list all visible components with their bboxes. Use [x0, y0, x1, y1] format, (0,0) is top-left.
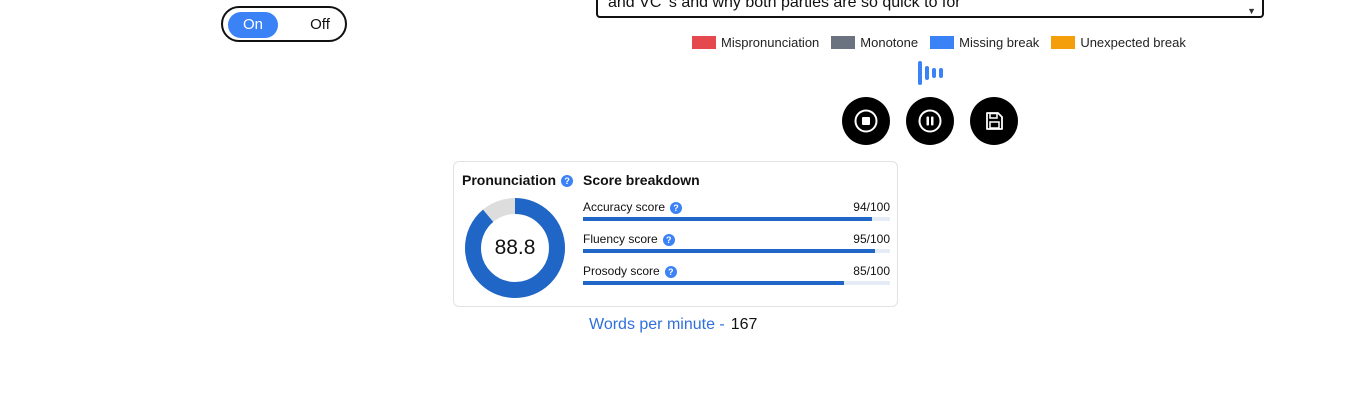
accuracy-score-label: Accuracy score?	[583, 200, 683, 214]
legend-item-missing-break: Missing break	[930, 35, 1039, 50]
help-icon[interactable]: ?	[561, 175, 574, 188]
legend-swatch	[831, 36, 856, 49]
audio-wave-icon	[918, 61, 943, 85]
fluency-score-bar-fill	[583, 249, 875, 253]
fluency-score-value: 95/100	[853, 232, 890, 246]
reference-text-input[interactable]: and VC 's and why both parties are so qu…	[596, 0, 1264, 18]
prosody-score-bar-fill	[583, 281, 844, 285]
legend-swatch	[1051, 36, 1076, 49]
pause-button[interactable]	[906, 97, 954, 145]
legend-swatch	[930, 36, 955, 49]
prosody-score-bar	[583, 281, 890, 285]
accuracy-score-label-text: Accuracy score	[583, 200, 666, 214]
pronunciation-title: Pronunciation?	[462, 172, 574, 188]
accuracy-score-value: 94/100	[853, 200, 890, 214]
accuracy-score-bar	[583, 217, 890, 221]
help-icon[interactable]: ?	[664, 265, 677, 278]
fluency-score-label-text: Fluency score	[583, 232, 658, 246]
pronunciation-toggle[interactable]: On Off	[221, 6, 347, 42]
prosody-score-label-text: Prosody score	[583, 264, 660, 278]
stop-icon	[854, 109, 878, 133]
pronunciation-title-text: Pronunciation	[462, 172, 557, 188]
score-card: Pronunciation? 88.8 Score breakdown Accu…	[453, 161, 898, 307]
wpm-value: 167	[730, 316, 758, 333]
toggle-off-option[interactable]: Off	[295, 12, 345, 38]
legend-label: Unexpected break	[1080, 35, 1186, 50]
accuracy-score-bar-fill	[583, 217, 872, 221]
legend-swatch	[692, 36, 716, 49]
prosody-score-label: Prosody score?	[583, 264, 677, 278]
legend-label: Monotone	[860, 35, 919, 50]
fluency-score-label: Fluency score?	[583, 232, 675, 246]
legend-item-unexpected-break: Unexpected break	[1051, 35, 1186, 50]
legend-item-mispronunciation: Mispronunciation	[692, 35, 819, 50]
accuracy-score-row: Accuracy score? 94/100	[583, 200, 890, 230]
save-icon	[986, 112, 1003, 130]
help-icon[interactable]: ?	[662, 233, 675, 246]
wpm-label: Words per minute -	[589, 316, 725, 333]
prosody-score-row: Prosody score? 85/100	[583, 264, 890, 294]
help-icon[interactable]: ?	[670, 201, 683, 214]
legend-label: Missing break	[959, 35, 1040, 50]
words-per-minute: Words per minute - 167	[589, 316, 757, 334]
stop-button[interactable]	[842, 97, 890, 145]
fluency-score-bar	[583, 249, 890, 253]
save-button[interactable]	[970, 97, 1018, 145]
fluency-score-row: Fluency score? 95/100	[583, 232, 890, 262]
legend: Mispronunciation Monotone Missing break …	[692, 35, 1198, 50]
prosody-score-value: 85/100	[853, 264, 890, 278]
legend-item-monotone: Monotone	[831, 35, 918, 50]
pronunciation-score-value: 88.8	[494, 236, 536, 259]
legend-label: Mispronunciation	[721, 35, 820, 50]
pause-icon	[918, 109, 942, 133]
resize-arrow-icon[interactable]: ▼	[1247, 2, 1256, 16]
reference-text-value: and VC 's and why both parties are so qu…	[608, 0, 961, 11]
toggle-on-option[interactable]: On	[228, 12, 278, 38]
score-breakdown-title: Score breakdown	[583, 172, 700, 188]
